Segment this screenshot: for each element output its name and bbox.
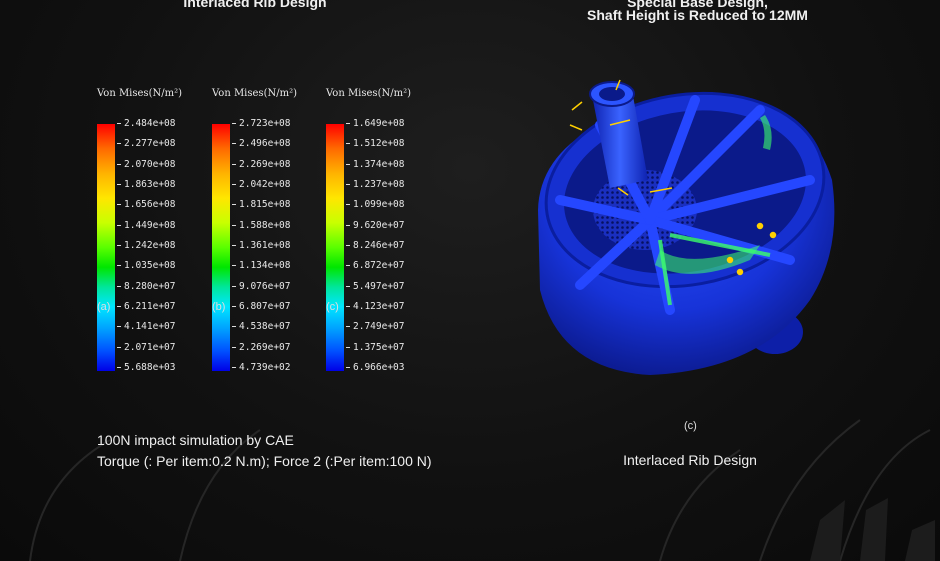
legend-title: Von Mises(N/m²) bbox=[97, 88, 182, 99]
scale-value: 1.134e+08 bbox=[232, 260, 290, 272]
scale-value: 4.739e+02 bbox=[232, 362, 290, 374]
right-header-line2: Shaft Height is Reduced to 12MM bbox=[587, 7, 808, 23]
scale-value: 2.042e+08 bbox=[232, 179, 290, 191]
scale-value: 1.361e+08 bbox=[232, 240, 290, 252]
scale-value: 1.375e+07 bbox=[346, 342, 404, 354]
legend-b: Von Mises(N/m²) 2.723e+08 2.496e+08 2.26… bbox=[212, 88, 332, 373]
scale-value: 2.269e+07 bbox=[232, 342, 290, 354]
fea-model-render bbox=[538, 79, 835, 376]
legend-a: Von Mises(N/m²) 2.484e+08 2.277e+08 2.07… bbox=[97, 88, 217, 373]
legend-title: Von Mises(N/m²) bbox=[212, 88, 297, 99]
scale-value: 2.277e+08 bbox=[117, 138, 175, 150]
scale-value: 1.588e+08 bbox=[232, 220, 290, 232]
scale-value: 1.656e+08 bbox=[117, 199, 175, 211]
scale-value: 4.141e+07 bbox=[117, 321, 175, 333]
scale-value: 4.123e+07 bbox=[346, 301, 404, 313]
color-scale-bar bbox=[212, 124, 230, 371]
legend-title: Von Mises(N/m²) bbox=[326, 88, 411, 99]
scale-value: 6.872e+07 bbox=[346, 260, 404, 272]
scale-value: 2.070e+08 bbox=[117, 159, 175, 171]
scale-value: 2.071e+07 bbox=[117, 342, 175, 354]
scale-value: 5.497e+07 bbox=[346, 281, 404, 293]
scale-value: 1.099e+08 bbox=[346, 199, 404, 211]
color-scale-bar bbox=[97, 124, 115, 371]
scale-value: 5.688e+03 bbox=[117, 362, 175, 374]
scale-value: 2.269e+08 bbox=[232, 159, 290, 171]
scale-value: 8.246e+07 bbox=[346, 240, 404, 252]
scale-value: 1.512e+08 bbox=[346, 138, 404, 150]
model-label: (c) bbox=[684, 420, 697, 432]
caption-line1: 100N impact simulation by CAE bbox=[97, 432, 294, 448]
scale-value: 4.538e+07 bbox=[232, 321, 290, 333]
legend-label-c: (c) bbox=[326, 301, 339, 313]
scale-value: 2.484e+08 bbox=[117, 118, 175, 130]
scale-value: 8.280e+07 bbox=[117, 281, 175, 293]
scale-value: 2.723e+08 bbox=[232, 118, 290, 130]
scale-value: 1.815e+08 bbox=[232, 199, 290, 211]
scale-value: 2.749e+07 bbox=[346, 321, 404, 333]
background-flags bbox=[29, 419, 935, 561]
scale-value: 1.242e+08 bbox=[117, 240, 175, 252]
scale-value: 1.035e+08 bbox=[117, 260, 175, 272]
model-title: Interlaced Rib Design bbox=[623, 452, 757, 468]
scale-value: 1.649e+08 bbox=[346, 118, 404, 130]
scale-value: 6.966e+03 bbox=[346, 362, 404, 374]
scale-value: 9.076e+07 bbox=[232, 281, 290, 293]
left-header-title: Interlaced Rib Design bbox=[183, 0, 327, 10]
color-scale-bar bbox=[326, 124, 344, 371]
scale-value: 9.620e+07 bbox=[346, 220, 404, 232]
caption-line2: Torque (: Per item:0.2 N.m); Force 2 (:P… bbox=[97, 453, 432, 469]
scale-value: 1.237e+08 bbox=[346, 179, 404, 191]
scale-value: 6.211e+07 bbox=[117, 301, 175, 313]
scale-value: 1.374e+08 bbox=[346, 159, 404, 171]
scale-value: 1.449e+08 bbox=[117, 220, 175, 232]
scale-value: 1.863e+08 bbox=[117, 179, 175, 191]
scale-value: 2.496e+08 bbox=[232, 138, 290, 150]
scale-value: 6.807e+07 bbox=[232, 301, 290, 313]
legend-c: Von Mises(N/m²) 1.649e+08 1.512e+08 1.37… bbox=[326, 88, 446, 373]
legend-label-b: (b) bbox=[212, 301, 226, 313]
legend-label-a: (a) bbox=[97, 301, 111, 313]
